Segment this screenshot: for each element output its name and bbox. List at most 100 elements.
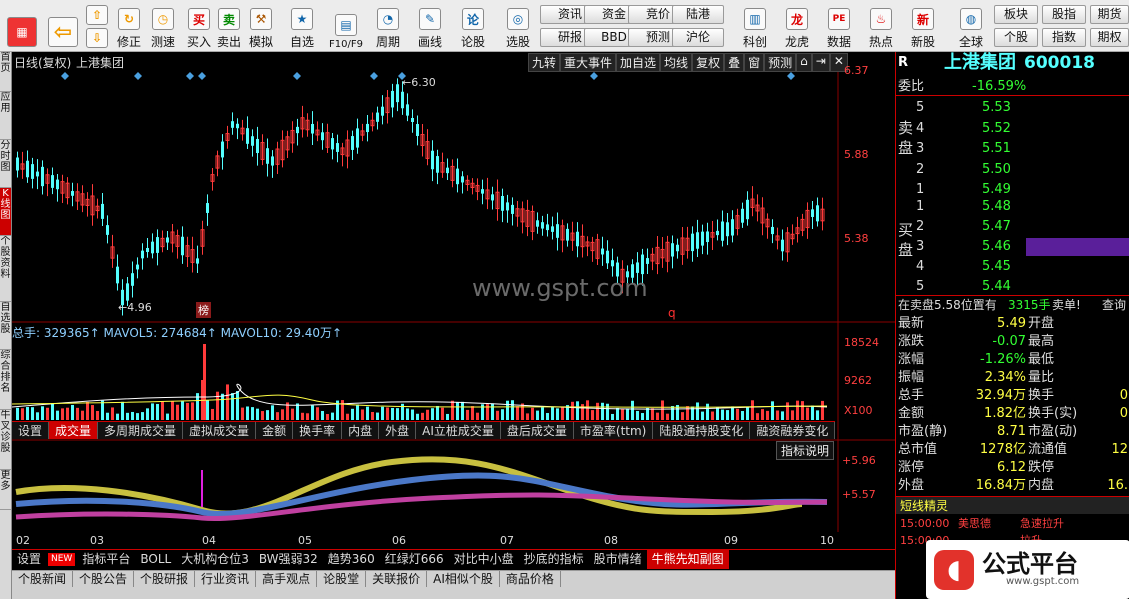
newstab-research[interactable]: 个股研报 — [134, 571, 196, 587]
indtab-multi-period-volume[interactable]: 多周期成交量 — [98, 422, 184, 439]
indtab-inner[interactable]: 内盘 — [342, 422, 380, 439]
dragon-tiger-button[interactable]: 龙龙虎 — [780, 4, 814, 50]
back-button[interactable]: ⇦ — [46, 4, 80, 50]
hotspot-button[interactable]: ♨ 热点 — [864, 4, 898, 50]
watchlist-button[interactable]: ★ 自选 — [282, 4, 322, 50]
indtab-settings[interactable]: 设置 — [12, 422, 50, 439]
sell-button[interactable]: 卖卖出 — [214, 4, 244, 50]
vtab-apps[interactable]: 应用 — [0, 92, 11, 140]
mavol5-line — [12, 383, 828, 410]
forecast-chart-button[interactable]: 预测 — [764, 53, 797, 72]
bottomtab-settings[interactable]: 设置 — [12, 550, 46, 569]
window-button[interactable]: 窗 — [744, 53, 765, 72]
buy-level-row[interactable]: 5 5.44 — [896, 278, 1129, 296]
bottomtab-platform[interactable]: 指标平台 — [77, 550, 135, 569]
vtab-timeshare[interactable]: 分时图 — [0, 140, 11, 188]
newstab-ai-similar[interactable]: AI相似个股 — [427, 571, 500, 587]
index-button[interactable]: 指数 — [1042, 28, 1086, 47]
indtab-turnover[interactable]: 换手率 — [293, 422, 343, 439]
draw-line-button[interactable]: ✎ 画线 — [412, 4, 448, 50]
indtab-ai-volume[interactable]: AI立桩成交量 — [416, 422, 501, 439]
global-button[interactable]: ◍ 全球 — [950, 4, 992, 50]
indicator-help-button[interactable]: 指标说明 — [776, 441, 835, 460]
indtab-volume[interactable]: 成交量 — [49, 422, 99, 439]
sell-level-row[interactable]: 2 5.50 — [896, 161, 1129, 179]
major-events-button[interactable]: 重大事件 — [560, 53, 617, 72]
ma-button[interactable]: 均线 — [660, 53, 693, 72]
buy-level-row[interactable]: 1 5.48 — [896, 198, 1129, 216]
indtab-hk-connect[interactable]: 陆股通持股变化 — [653, 422, 751, 439]
forum-button[interactable]: 论论股 — [456, 4, 490, 50]
newstab-announce[interactable]: 个股公告 — [73, 571, 135, 587]
hk-connect-button[interactable]: 陆港 — [672, 5, 724, 24]
newstab-experts[interactable]: 高手观点 — [256, 571, 318, 587]
indtab-pe-ttm[interactable]: 市盈率(ttm) — [574, 422, 654, 439]
lock-icon[interactable]: ⌂ — [796, 53, 812, 72]
sell-level-row[interactable]: 4 5.52 — [896, 120, 1129, 138]
volume-bar — [746, 407, 749, 420]
bottomtab-boll[interactable]: BOLL — [135, 550, 176, 569]
volume-bar — [661, 400, 664, 420]
f10-button[interactable]: ▤ F10/F9 — [324, 4, 368, 50]
overlay-button[interactable]: 叠 — [724, 53, 745, 72]
ranking-badge[interactable]: 榜 — [196, 302, 211, 318]
indtab-amount[interactable]: 金额 — [256, 422, 294, 439]
sell-level-row[interactable]: 3 5.51 — [896, 140, 1129, 158]
newstab-news[interactable]: 个股新闻 — [12, 571, 74, 587]
options-button[interactable]: 期权 — [1090, 28, 1129, 47]
indtab-virtual-volume[interactable]: 虚拟成交量 — [183, 422, 257, 439]
period-button[interactable]: ◔ 周期 — [370, 4, 406, 50]
bottomtab-traffic-light[interactable]: 红绿灯666 — [380, 550, 449, 569]
event-marker[interactable]: q — [668, 306, 676, 320]
indtab-outer[interactable]: 外盘 — [379, 422, 417, 439]
buy-level-row[interactable]: 4 5.45 — [896, 258, 1129, 276]
bottomtab-trend[interactable]: 趋势360 — [323, 550, 380, 569]
nav-updown-icon[interactable]: ⇧ ⇩ — [84, 4, 110, 50]
indtab-after-hours[interactable]: 盘后成交量 — [501, 422, 574, 439]
buy-button[interactable]: 买买入 — [184, 4, 214, 50]
nine-turn-button[interactable]: 九转 — [528, 53, 561, 72]
index-futures-button[interactable]: 股指 — [1042, 5, 1086, 24]
bottomtab-sentiment[interactable]: 股市情绪 — [589, 550, 647, 569]
newstab-forum[interactable]: 论股堂 — [317, 571, 367, 587]
volume-bar — [431, 408, 434, 420]
single-stock-button[interactable]: 个股 — [994, 28, 1038, 47]
indtab-margin[interactable]: 融资融券变化 — [750, 422, 836, 439]
candle-body — [716, 230, 719, 236]
speed-test-button[interactable]: ◷ 测速 — [146, 4, 180, 50]
simulate-button[interactable]: ⚒ 模拟 — [244, 4, 278, 50]
newstab-related[interactable]: 关联报价 — [366, 571, 428, 587]
notice-link[interactable]: 查询 — [1102, 296, 1126, 314]
vtab-kline[interactable]: K线图 — [0, 188, 11, 236]
vtab-home[interactable]: 首页 — [0, 52, 11, 92]
sell-level-row[interactable]: 5 5.53 — [896, 99, 1129, 117]
sell-level-row[interactable]: 1 5.49 — [896, 181, 1129, 199]
futures-button[interactable]: 期货 — [1090, 5, 1129, 24]
bottomtab-bw[interactable]: BW强弱32 — [254, 550, 323, 569]
stat-row: 最新 5.49 开盘 — [896, 315, 1129, 333]
vtab-profile[interactable]: 个股资料 — [0, 236, 11, 302]
vtab-ranking[interactable]: 综合排名 — [0, 350, 11, 410]
app-menu-icon[interactable]: ▦ — [4, 4, 40, 50]
newstab-industry[interactable]: 行业资讯 — [195, 571, 257, 587]
star-market-button[interactable]: ▥ 科创 — [738, 4, 772, 50]
bottomtab-bottom-fishing[interactable]: 抄底的指标 — [519, 550, 589, 569]
candle-body — [446, 167, 449, 174]
new-stock-button[interactable]: 新新股 — [906, 4, 940, 50]
vtab-more[interactable]: 更多 — [0, 470, 11, 510]
add-watch-button[interactable]: 加自选 — [616, 53, 661, 72]
sector-button[interactable]: 板块 — [994, 5, 1038, 24]
data-button[interactable]: PE 数据 — [822, 4, 856, 50]
buy-level-row[interactable]: 2 5.47 — [896, 218, 1129, 236]
shanghai-london-button[interactable]: 沪伦 — [672, 28, 724, 47]
vtab-watchlist[interactable]: 自选股 — [0, 302, 11, 350]
stock-picker-button[interactable]: ◎ 选股 — [498, 4, 538, 50]
adjust-button[interactable]: 复权 — [692, 53, 725, 72]
bottomtab-institution[interactable]: 大机构仓位3 — [176, 550, 254, 569]
fix-button[interactable]: ↻ 修正 — [112, 4, 146, 50]
vtab-diagnose[interactable]: 牛叉诊股 — [0, 410, 11, 470]
pin-icon[interactable]: ⇥ — [811, 53, 830, 72]
bottomtab-bull-bear[interactable]: 牛熊先知副图 — [646, 550, 729, 569]
newstab-commodity[interactable]: 商品价格 — [500, 571, 561, 587]
bottomtab-compare[interactable]: 对比中小盘 — [449, 550, 519, 569]
